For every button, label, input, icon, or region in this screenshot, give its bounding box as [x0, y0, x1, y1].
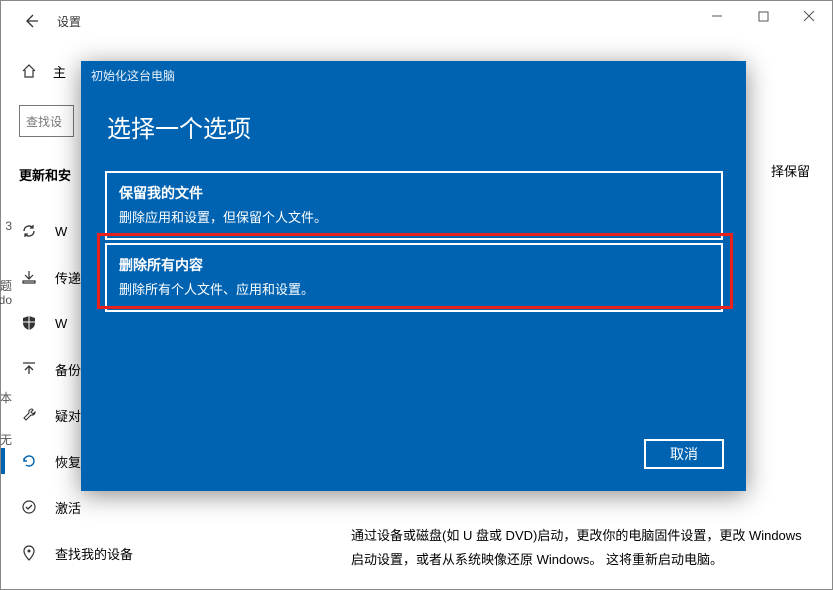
option-title: 删除所有内容	[119, 255, 709, 275]
right-snippet: 择保留	[771, 161, 810, 180]
option-keep-files[interactable]: 保留我的文件 删除应用和设置，但保留个人文件。	[105, 171, 723, 240]
nav-label: 备份	[55, 360, 81, 379]
minimize-button[interactable]	[694, 1, 740, 31]
delivery-icon	[19, 269, 39, 285]
backup-icon	[19, 361, 39, 377]
dialog-title: 初始化这台电脑	[91, 67, 175, 84]
dialog-heading: 选择一个选项	[107, 109, 251, 144]
cancel-button[interactable]: 取消	[644, 439, 724, 469]
back-button[interactable]	[19, 9, 43, 33]
search-input[interactable]: 查找设	[19, 105, 74, 137]
cancel-label: 取消	[670, 444, 698, 464]
nav-label: 传递	[55, 268, 81, 287]
maximize-icon	[758, 11, 769, 22]
nav-label: W	[55, 224, 67, 239]
search-placeholder: 查找设	[26, 113, 62, 130]
nav-label: W	[55, 316, 67, 331]
nav-label: 疑对	[55, 406, 81, 425]
check-circle-icon	[19, 499, 39, 515]
settings-window: 设置 主 查找设 更新和安 W	[0, 0, 833, 590]
shield-icon	[19, 315, 39, 331]
option-desc: 删除应用和设置，但保留个人文件。	[119, 207, 709, 226]
advanced-startup-text: 通过设备或磁盘(如 U 盘或 DVD)启动，更改你的电脑固件设置，更改 Wind…	[351, 524, 806, 571]
nav-label: 查找我的设备	[55, 544, 133, 563]
close-icon	[803, 10, 815, 22]
minimize-icon	[711, 10, 723, 22]
wrench-icon	[19, 407, 39, 423]
location-icon	[19, 545, 39, 561]
arrow-left-icon	[23, 13, 39, 29]
home-icon	[19, 63, 39, 79]
nav-item-find-device[interactable]: 查找我的设备	[19, 530, 341, 576]
sync-icon	[19, 223, 39, 239]
home-label: 主	[53, 62, 66, 81]
nav-label: 恢复	[55, 452, 81, 471]
reset-pc-dialog: 初始化这台电脑 选择一个选项 保留我的文件 删除应用和设置，但保留个人文件。 删…	[81, 61, 746, 491]
option-title: 保留我的文件	[119, 183, 709, 203]
nav-label: 激活	[55, 498, 81, 517]
window-controls	[694, 1, 832, 31]
maximize-button[interactable]	[740, 1, 786, 31]
option-remove-everything[interactable]: 删除所有内容 删除所有个人文件、应用和设置。	[105, 243, 723, 312]
recovery-icon	[19, 453, 39, 469]
option-desc: 删除所有个人文件、应用和设置。	[119, 279, 709, 298]
close-button[interactable]	[786, 1, 832, 31]
